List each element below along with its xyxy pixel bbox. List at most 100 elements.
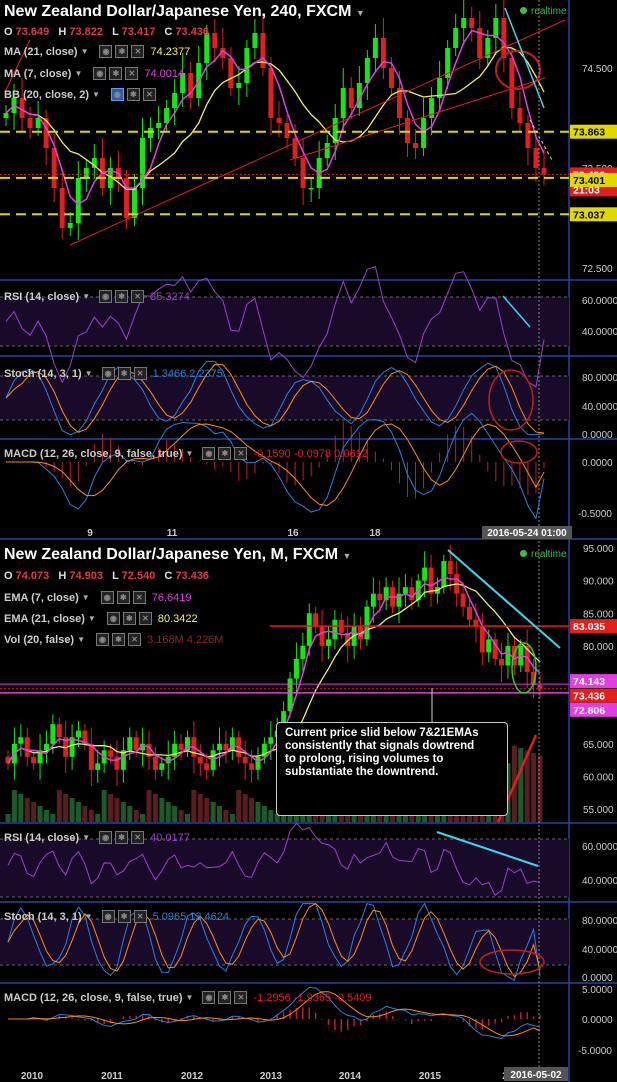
gear-icon[interactable]: ✱ <box>115 290 129 303</box>
indicator-value: -0.1590 -0.0978 0.0612 <box>253 447 368 460</box>
top-tag-73037: 73.037 <box>573 209 605 221</box>
annotation-box: Current price slid below 7&21EMAs consis… <box>276 722 508 816</box>
chevron-down-icon[interactable]: ▼ <box>82 292 90 301</box>
chevron-down-icon[interactable]: ▼ <box>186 449 194 458</box>
eye-icon[interactable]: ◉ <box>106 612 120 625</box>
close-icon[interactable]: ✕ <box>131 831 145 844</box>
chevron-down-icon[interactable]: ▼ <box>88 614 96 623</box>
bottom-rsi-legend[interactable]: RSI (14, close) ▼ ◉ ✱ ✕ 40.0177 <box>4 831 190 844</box>
indicator-label: MA (21, close) <box>4 45 78 58</box>
bottom-indicator-ema7[interactable]: EMA (7, close) ▼ ◉ ✱ ✕ 76.6419 <box>4 591 191 604</box>
gear-icon[interactable]: ✱ <box>122 612 136 625</box>
bottom-candle-body <box>466 606 472 620</box>
bottom-volume-bar <box>159 798 165 822</box>
bottom-price-tick: 65.000 <box>583 740 614 751</box>
indicator-value: 76.6419 <box>151 591 192 604</box>
eye-icon[interactable]: ◉ <box>100 591 114 604</box>
bottom-macd-legend[interactable]: MACD (12, 26, close, 9, false, true) ▼ ◉ ✱ ✕… <box>4 991 371 1004</box>
top-macd-legend[interactable]: MACD (12, 26, close, 9, false, true) ▼ ◉ ✱ ✕… <box>4 447 368 460</box>
eye-icon[interactable]: ◉ <box>93 67 107 80</box>
top-indicator-bb[interactable]: BB (20, close, 2) ▼ ◉ ✱ ✕ <box>4 88 156 101</box>
gear-icon[interactable]: ✱ <box>126 88 140 101</box>
bottom-x-tick: 2015 <box>419 1071 442 1082</box>
gear-icon[interactable]: ✱ <box>115 831 129 844</box>
close-icon[interactable]: ✕ <box>132 591 146 604</box>
gear-icon[interactable]: ✱ <box>116 591 130 604</box>
bottom-volume-bar <box>236 790 242 822</box>
indicator-value: 3.168M 4.226M <box>147 633 224 646</box>
bottom-x-tick: 2011 <box>101 1071 123 1082</box>
gear-icon[interactable]: ✱ <box>117 910 131 923</box>
bottom-price-tick: 80.000 <box>583 642 614 653</box>
chevron-down-icon[interactable]: ▼ <box>82 593 90 602</box>
gear-icon[interactable]: ✱ <box>218 991 232 1004</box>
bottom-chart-title[interactable]: New Zealand Dollar/Japanese Yen, M, FXCM… <box>4 546 351 564</box>
bottom-volume-bar <box>76 802 82 822</box>
top-candle-body <box>461 18 467 28</box>
close-icon[interactable]: ✕ <box>234 447 248 460</box>
eye-icon[interactable]: ◉ <box>202 447 216 460</box>
chevron-down-icon[interactable]: ▼ <box>356 8 365 18</box>
eye-icon[interactable]: ◉ <box>202 991 216 1004</box>
gear-icon[interactable]: ✱ <box>109 67 123 80</box>
close-icon[interactable]: ✕ <box>133 367 147 380</box>
indicator-value: -1.2956 -1.9365 -0.5409 <box>253 991 372 1004</box>
chevron-down-icon[interactable]: ▼ <box>85 369 93 378</box>
top-indicator-ma7[interactable]: MA (7, close) ▼ ◉ ✱ ✕ 74.0014 <box>4 67 184 80</box>
top-macd-tick: -0.5000 <box>578 509 612 520</box>
bottom-indicator-ema21[interactable]: EMA (21, close) ▼ ◉ ✱ ✕ 80.3422 <box>4 612 198 625</box>
bottom-stoch-tick: 40.0000 <box>582 945 617 956</box>
gear-icon[interactable]: ✱ <box>218 447 232 460</box>
gear-icon[interactable]: ✱ <box>112 633 126 646</box>
top-candle-body <box>148 128 154 138</box>
chevron-down-icon[interactable]: ▼ <box>77 635 85 644</box>
top-stoch-legend[interactable]: Stoch (14, 3, 1) ▼ ◉ ✱ ✕ 1.3466 2.2375 <box>4 367 223 380</box>
close-icon[interactable]: ✕ <box>138 612 152 625</box>
chevron-down-icon[interactable]: ▼ <box>186 993 194 1002</box>
bottom-macd-tick: 0.0000 <box>582 1015 613 1026</box>
bottom-candle-body <box>69 737 75 757</box>
chevron-down-icon[interactable]: ▼ <box>92 90 100 99</box>
close-icon[interactable]: ✕ <box>142 88 156 101</box>
chevron-down-icon[interactable]: ▼ <box>74 69 82 78</box>
close-icon[interactable]: ✕ <box>131 45 145 58</box>
indicator-label: MACD (12, 26, close, 9, false, true) <box>4 991 183 1004</box>
bottom-candle-body <box>370 593 376 607</box>
eye-icon[interactable]: ◉ <box>99 831 113 844</box>
gear-icon[interactable]: ✱ <box>117 367 131 380</box>
top-tag-73401: 73.401 <box>573 175 605 187</box>
bottom-candle-body <box>364 606 370 640</box>
eye-icon[interactable]: ◉ <box>96 633 110 646</box>
ohlc-l-value: 72.540 <box>121 570 156 582</box>
bottom-volume-bar <box>204 798 210 822</box>
close-icon[interactable]: ✕ <box>125 67 139 80</box>
top-indicator-ma21[interactable]: MA (21, close) ▼ ◉ ✱ ✕ 74.2377 <box>4 45 190 58</box>
ohlc-h-value: 74.903 <box>69 570 104 582</box>
eye-icon[interactable]: ◉ <box>99 45 113 58</box>
close-icon[interactable]: ✕ <box>234 991 248 1004</box>
ohlc-l-key: L <box>112 570 119 582</box>
chevron-down-icon[interactable]: ▼ <box>342 551 351 561</box>
eye-icon[interactable]: ◉ <box>101 367 115 380</box>
indicator-label: RSI (14, close) <box>4 831 80 844</box>
top-rsi-legend[interactable]: RSI (14, close) ▼ ◉ ✱ ✕ 35.3274 <box>4 290 190 303</box>
eye-icon[interactable]: ◉ <box>110 88 124 101</box>
chevron-down-icon[interactable]: ▼ <box>82 833 90 842</box>
chevron-down-icon[interactable]: ▼ <box>85 912 93 921</box>
bottom-volume-bar <box>24 798 30 822</box>
close-icon[interactable]: ✕ <box>133 910 147 923</box>
bottom-x-tick: 2010 <box>21 1071 44 1082</box>
bottom-indicator-vol[interactable]: Vol (20, false) ▼ ◉ ✱ ✕ 3.168M 4.226M <box>4 633 223 646</box>
eye-icon[interactable]: ◉ <box>99 290 113 303</box>
ohlc-h-key: H <box>58 26 67 38</box>
bottom-stoch-legend[interactable]: Stoch (14, 3, 1) ▼ ◉ ✱ ✕ 5.0965 13.4624 <box>4 910 229 923</box>
top-macd-tick: 0.0000 <box>582 458 613 469</box>
bottom-candle-body <box>76 730 82 738</box>
gear-icon[interactable]: ✱ <box>115 45 129 58</box>
chevron-down-icon[interactable]: ▼ <box>81 47 89 56</box>
close-icon[interactable]: ✕ <box>128 633 142 646</box>
close-icon[interactable]: ✕ <box>131 290 145 303</box>
bottom-volume-bar <box>18 794 24 822</box>
eye-icon[interactable]: ◉ <box>101 910 115 923</box>
top-chart-title[interactable]: New Zealand Dollar/Japanese Yen, 240, FX… <box>4 3 365 21</box>
